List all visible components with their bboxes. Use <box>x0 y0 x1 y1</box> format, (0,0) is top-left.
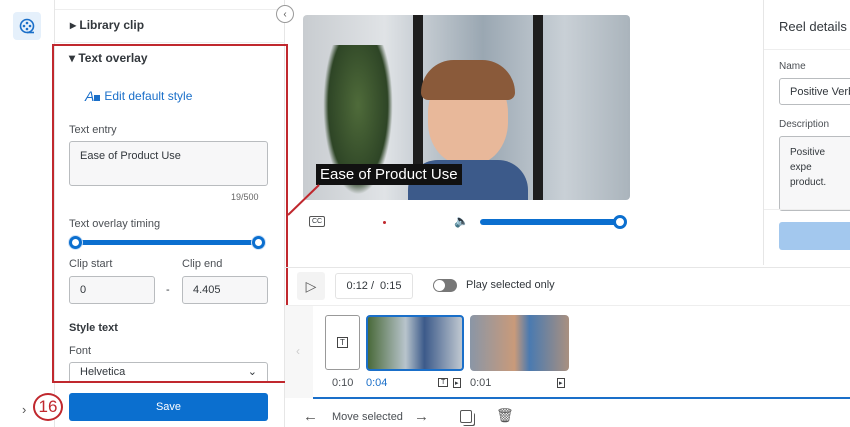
name-value: Positive Verb <box>790 85 850 98</box>
video-icon: ▸ <box>453 378 461 388</box>
volume-handle[interactable] <box>613 215 627 229</box>
reel-action-button[interactable] <box>779 222 850 250</box>
text-style-icon: A <box>85 88 101 104</box>
closed-captions-button[interactable]: CC <box>309 216 326 227</box>
library-clip-label: Library clip <box>79 18 145 32</box>
timeline-progress <box>313 397 850 399</box>
font-label: Font <box>69 345 92 357</box>
move-left-arrow-icon[interactable]: ← <box>303 408 318 425</box>
film-reel-icon[interactable] <box>13 12 41 40</box>
chevron-down-icon: ⌄ <box>247 366 257 378</box>
timing-slider-track[interactable] <box>75 240 259 245</box>
cc-label: CC <box>312 218 323 225</box>
text-clip[interactable]: T <box>325 315 360 370</box>
move-selected-label: Move selected <box>332 411 403 423</box>
range-separator: - <box>166 284 170 296</box>
move-right-arrow-icon[interactable]: → <box>414 408 429 425</box>
font-select-clip: Helvetica ⌄ <box>69 362 268 381</box>
description-input[interactable]: Positive expe product. <box>779 136 850 211</box>
play-icon: ▷ <box>305 277 317 294</box>
collapse-panel-button[interactable]: ‹ <box>276 5 294 23</box>
step-badge: 16 <box>33 393 63 421</box>
clip-end-label: Clip end <box>182 258 223 270</box>
edit-default-style-link[interactable]: A Edit default style <box>85 88 192 104</box>
clip-start-value: 0 <box>80 284 87 296</box>
timing-start-handle[interactable] <box>69 236 82 249</box>
chevron-left-icon: ‹ <box>283 8 287 20</box>
current-time: 0:12 / <box>346 280 375 292</box>
play-selected-toggle[interactable] <box>433 279 457 292</box>
total-time: 0:15 <box>380 280 402 292</box>
text-entry-label: Text entry <box>69 124 117 136</box>
duplicate-icon[interactable] <box>460 410 472 423</box>
name-input[interactable]: Positive Verb <box>779 78 850 105</box>
play-selected-label: Play selected only <box>466 279 555 291</box>
clip-start-label: Clip start <box>69 258 113 270</box>
text-icon: T <box>438 378 449 387</box>
save-button[interactable]: Save <box>69 393 268 421</box>
library-clip-toggle[interactable]: ▸ Library clip <box>70 18 144 32</box>
timeline-scroll-left[interactable]: ‹ <box>285 306 313 398</box>
annotation-arrow <box>287 184 320 216</box>
text-overlay-toggle[interactable]: ▾ Text overlay <box>69 51 148 65</box>
text-overlay-label: Text overlay <box>78 51 148 65</box>
clip-start-input[interactable]: 0 <box>69 276 155 304</box>
video-icon: ▸ <box>557 378 565 388</box>
timing-end-handle[interactable] <box>252 236 265 249</box>
volume-icon[interactable]: 🔈 <box>454 214 469 228</box>
font-select[interactable]: Helvetica ⌄ <box>69 362 268 381</box>
time-display: 0:12 / 0:15 <box>335 273 413 299</box>
name-label: Name <box>779 61 806 72</box>
reel-details-panel: Reel details Name Positive Verb Descript… <box>763 0 850 265</box>
font-value: Helvetica <box>80 366 126 378</box>
video-clip-selected[interactable] <box>366 315 464 371</box>
video-clip[interactable] <box>470 315 569 371</box>
description-label: Description <box>779 119 830 130</box>
text-entry-input[interactable]: Ease of Product Use <box>69 141 268 186</box>
edit-default-style-label: Edit default style <box>104 89 193 103</box>
timing-label: Text overlay timing <box>69 218 161 230</box>
text-icon: T <box>337 337 348 348</box>
clip-duration-selected: 0:04 <box>366 377 388 389</box>
divider <box>285 267 850 268</box>
clip-duration: 0:10 <box>332 377 354 389</box>
volume-slider[interactable] <box>480 219 620 225</box>
clip-end-input[interactable]: 4.405 <box>182 276 268 304</box>
red-dot <box>383 221 386 224</box>
text-entry-value: Ease of Product Use <box>80 150 181 162</box>
trash-icon[interactable]: 🗑 <box>496 407 514 424</box>
char-count: 19/500 <box>231 192 259 202</box>
clip-duration: 0:01 <box>470 377 492 389</box>
clip-end-value: 4.405 <box>193 284 221 296</box>
play-button[interactable]: ▷ <box>297 272 325 300</box>
icon-rail: › <box>0 0 55 427</box>
description-value: Positive expe product. <box>790 147 827 188</box>
video-caption: Ease of Product Use <box>316 164 462 185</box>
edit-panel: ▸ Library clip ▾ Text overlay A Edit def… <box>55 0 285 427</box>
reel-details-title: Reel details <box>779 19 847 34</box>
style-text-heading: Style text <box>69 322 118 334</box>
chevron-left-icon: ‹ <box>296 344 300 358</box>
expand-chevron-icon[interactable]: › <box>22 402 26 417</box>
